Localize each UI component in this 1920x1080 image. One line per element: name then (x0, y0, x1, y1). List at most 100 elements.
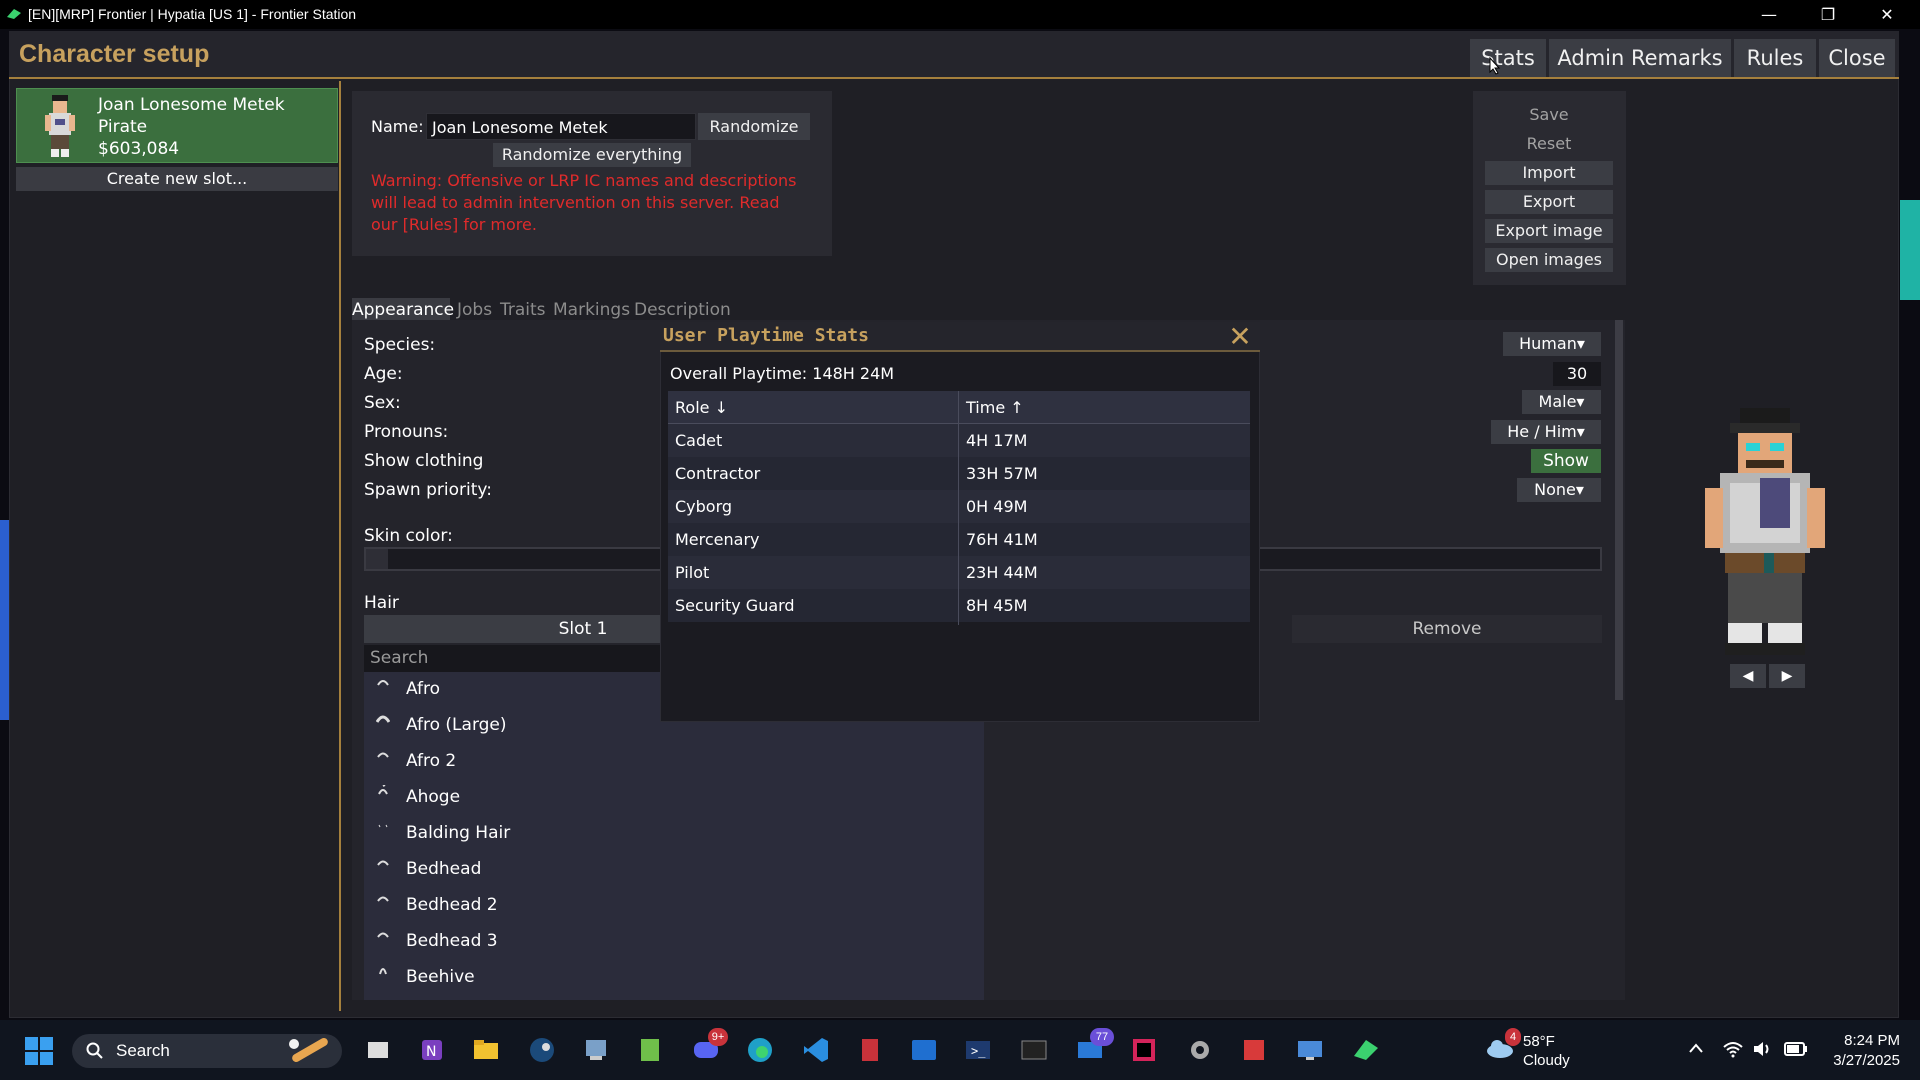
rules-button[interactable]: Rules (1734, 39, 1816, 77)
species-dropdown[interactable]: Human▾ (1503, 332, 1601, 356)
hair-item-afro[interactable]: Afro (406, 679, 440, 699)
species-label: Species: (364, 335, 436, 355)
playtime-table: Role ↓ Time ↑ Cadet 4H 17M Contractor 33… (668, 391, 1250, 625)
hair-item-bedhead-2[interactable]: Bedhead 2 (406, 895, 498, 915)
popup-title: User Playtime Stats (663, 325, 869, 346)
windows-start-icon[interactable] (24, 1036, 54, 1066)
table-row: Cadet 4H 17M (668, 424, 1250, 457)
import-button[interactable]: Import (1485, 161, 1613, 185)
rider-icon[interactable] (1128, 1034, 1160, 1066)
show-clothing-label: Show clothing (364, 451, 484, 471)
window-close-button[interactable]: ✕ (1864, 0, 1910, 29)
appearance-scrollbar[interactable] (1615, 320, 1623, 700)
clock-date: 3/27/2025 (1833, 1052, 1900, 1069)
mouse-cursor-icon (1489, 57, 1501, 75)
hair-item-ahoge[interactable]: Ahoge (406, 787, 460, 807)
battery-icon[interactable] (1784, 1041, 1808, 1057)
reset-button[interactable]: Reset (1485, 132, 1613, 156)
open-images-button[interactable]: Open images (1485, 248, 1613, 272)
onenote-icon[interactable]: N (416, 1034, 448, 1066)
network-app-icon[interactable] (580, 1034, 612, 1066)
save-button[interactable]: Save (1485, 103, 1613, 127)
name-input[interactable]: Joan Lonesome Metek (426, 113, 696, 140)
file-explorer-icon[interactable] (470, 1034, 502, 1066)
hair-style-icon (377, 752, 389, 758)
slot-character-money: $603,084 (98, 139, 180, 159)
close-button[interactable]: Close (1819, 39, 1895, 77)
randomize-everything-button[interactable]: Randomize everything (493, 143, 691, 167)
settings-gear-icon[interactable] (1184, 1034, 1216, 1066)
export-image-button[interactable]: Export image (1485, 219, 1613, 243)
system-clock[interactable]: 8:24 PM 3/27/2025 (1815, 1031, 1900, 1071)
role-cell: Mercenary (675, 530, 760, 549)
notepad-plus-icon[interactable] (634, 1034, 666, 1066)
create-new-slot-button[interactable]: Create new slot... (16, 167, 338, 191)
hair-item-balding-hair[interactable]: Balding Hair (406, 823, 510, 843)
frontier-station-taskbar-icon[interactable] (1350, 1034, 1382, 1066)
sql-server-icon[interactable] (854, 1034, 886, 1066)
steam-icon[interactable] (526, 1034, 558, 1066)
sex-dropdown[interactable]: Male▾ (1522, 390, 1601, 414)
role-column-header[interactable]: Role ↓ (668, 391, 958, 424)
hair-item-afro-2[interactable]: Afro 2 (406, 751, 456, 771)
time-column-header[interactable]: Time ↑ (959, 391, 1250, 424)
hair-remove-button[interactable]: Remove (1292, 615, 1602, 643)
hair-item-bedhead-3[interactable]: Bedhead 3 (406, 931, 498, 951)
time-cell: 8H 45M (966, 596, 1028, 615)
vscode-icon[interactable] (800, 1034, 832, 1066)
tab-traits[interactable]: Traits (500, 298, 546, 322)
warning-text: Warning: Offensive or LRP IC names and d… (371, 171, 797, 234)
admin-remarks-button[interactable]: Admin Remarks (1549, 39, 1731, 77)
skin-slider-handle[interactable] (366, 549, 388, 569)
spawn-priority-dropdown[interactable]: None▾ (1517, 478, 1601, 502)
hair-style-icon (377, 896, 389, 902)
tab-appearance[interactable]: Appearance (352, 298, 454, 322)
hair-item-beehive[interactable]: Beehive (406, 967, 475, 987)
time-cell: 4H 17M (966, 431, 1028, 450)
pronouns-dropdown[interactable]: He / Him▾ (1491, 420, 1601, 444)
table-row: Mercenary 76H 41M (668, 523, 1250, 556)
wifi-icon[interactable] (1722, 1040, 1744, 1058)
popup-titlebar[interactable]: User Playtime Stats (660, 322, 1260, 352)
wallpaper-stripe (1900, 200, 1920, 300)
volume-icon[interactable] (1752, 1040, 1774, 1058)
table-row: Cyborg 0H 49M (668, 490, 1250, 523)
search-highlight-icon (289, 1038, 328, 1062)
edge-icon[interactable] (744, 1034, 776, 1066)
mail-notification-badge: 77 (1090, 1028, 1114, 1046)
slot-character-job: Pirate (98, 117, 148, 137)
hair-item-bedhead[interactable]: Bedhead (406, 859, 481, 879)
taskbar-search-box[interactable]: Search (72, 1034, 342, 1068)
rotate-right-button[interactable]: ▶ (1769, 664, 1805, 688)
time-cell: 0H 49M (966, 497, 1028, 516)
tab-jobs[interactable]: Jobs (457, 298, 492, 322)
task-view-icon[interactable] (362, 1034, 394, 1066)
maximize-button[interactable]: ❐ (1805, 0, 1851, 29)
terminal-icon[interactable] (1018, 1034, 1050, 1066)
hair-item-afro-large[interactable]: Afro (Large) (406, 715, 507, 735)
stats-button[interactable]: Stats (1470, 39, 1546, 77)
role-cell: Cadet (675, 431, 723, 450)
hair-style-icon (377, 680, 389, 686)
randomize-button[interactable]: Randomize (698, 113, 810, 140)
age-input[interactable]: 30 (1553, 362, 1601, 386)
powershell-icon[interactable]: >_ (962, 1034, 994, 1066)
game-app-icon[interactable] (1238, 1034, 1270, 1066)
character-slot-active[interactable]: Joan Lonesome Metek Pirate $603,084 (16, 88, 338, 163)
spawn-priority-label: Spawn priority: (364, 480, 492, 500)
role-cell: Contractor (675, 464, 761, 483)
tab-description[interactable]: Description (634, 298, 731, 322)
minimize-button[interactable]: — (1746, 0, 1792, 29)
popup-close-button[interactable]: ✕ (1225, 322, 1255, 352)
discord-notification-badge: 9+ (708, 1028, 728, 1046)
export-button[interactable]: Export (1485, 190, 1613, 214)
name-label: Name: (371, 117, 424, 136)
tab-markings[interactable]: Markings (553, 298, 630, 322)
remote-desktop-icon[interactable] (1294, 1034, 1326, 1066)
table-row: Contractor 33H 57M (668, 457, 1250, 490)
chevron-up-icon[interactable] (1688, 1042, 1704, 1054)
outlook-icon[interactable] (908, 1034, 940, 1066)
rotate-left-button[interactable]: ◀ (1730, 664, 1766, 688)
window-titlebar: [EN][MRP] Frontier | Hypatia [US 1] - Fr… (0, 0, 1920, 29)
show-clothing-toggle[interactable]: Show (1531, 449, 1601, 473)
